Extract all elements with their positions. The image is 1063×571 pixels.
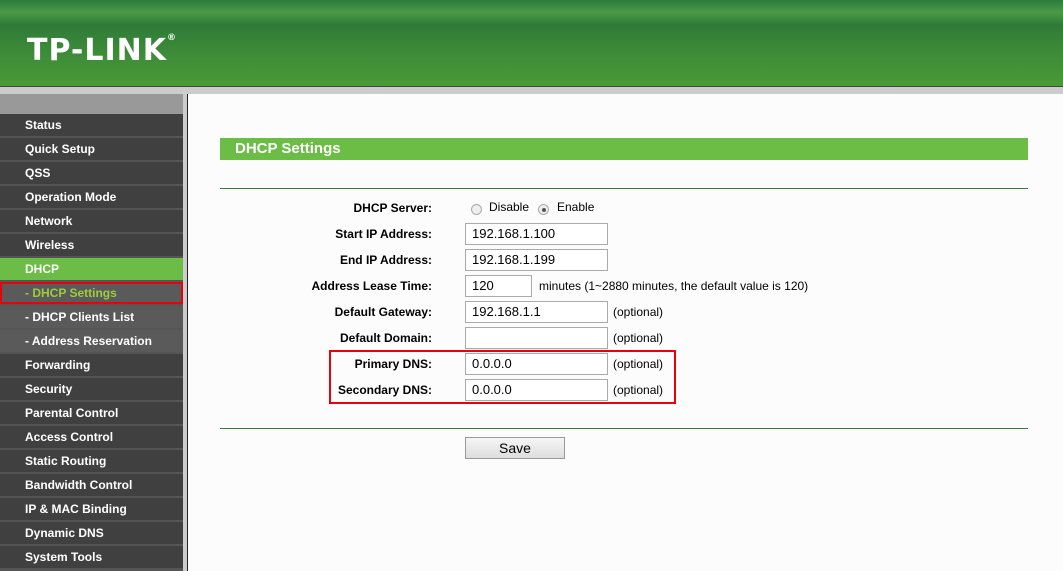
sidebar-item-dhcp-clients-list[interactable]: - DHCP Clients List (0, 306, 183, 328)
sidebar-item-parental-control[interactable]: Parental Control (0, 402, 183, 424)
gateway-optional: (optional) (613, 305, 664, 319)
sidebar-item-dhcp-settings[interactable]: - DHCP Settings (0, 282, 183, 304)
sidebar: Status Quick Setup QSS Operation Mode Networ… (0, 94, 183, 571)
sidebar-item-access-control[interactable]: Access Control (0, 426, 183, 448)
divider (220, 188, 1028, 189)
sidebar-item-bandwidth-control[interactable]: Bandwidth Control (0, 474, 183, 496)
sidebar-item-forwarding[interactable]: Forwarding (0, 354, 183, 376)
sidebar-item-operation-mode[interactable]: Operation Mode (0, 186, 183, 208)
save-button[interactable]: Save (465, 437, 565, 459)
domain-label: Default Domain: (339, 331, 432, 345)
header: TP-LINK® (0, 0, 1063, 86)
sidebar-item-quick-setup[interactable]: Quick Setup (0, 138, 183, 160)
lease-time-label: Address Lease Time: (311, 279, 433, 293)
sidebar-top (0, 94, 183, 114)
sidebar-item-security[interactable]: Security (0, 378, 183, 400)
sidebar-item-address-reservation[interactable]: - Address Reservation (0, 330, 183, 352)
enable-label[interactable]: Enable (557, 200, 594, 214)
start-ip-input[interactable]: 192.168.1.100 (465, 223, 608, 245)
lease-time-note: minutes (1~2880 minutes, the default val… (539, 279, 809, 293)
gateway-input[interactable]: 192.168.1.1 (465, 301, 608, 323)
lease-time-input[interactable]: 120 (465, 275, 532, 297)
logo-text: TP-LINK (27, 33, 168, 68)
domain-optional: (optional) (613, 331, 664, 345)
dhcp-server-label: DHCP Server: (353, 201, 432, 215)
sidebar-item-ip-mac-binding[interactable]: IP & MAC Binding (0, 498, 183, 520)
sidebar-item-network[interactable]: Network (0, 210, 183, 232)
sidebar-item-system-tools[interactable]: System Tools (0, 546, 183, 568)
dns-highlight-box (329, 350, 676, 404)
sidebar-item-status[interactable]: Status (0, 114, 183, 136)
registered-mark: ® (167, 33, 178, 43)
page-title: DHCP Settings (220, 138, 1028, 160)
sidebar-item-dynamic-dns[interactable]: Dynamic DNS (0, 522, 183, 544)
sidebar-item-dhcp[interactable]: DHCP (0, 258, 183, 280)
end-ip-label: End IP Address: (339, 253, 432, 267)
disable-radio[interactable] (471, 204, 482, 215)
domain-input[interactable] (465, 327, 608, 349)
disable-label[interactable]: Disable (489, 200, 529, 214)
divider (220, 428, 1028, 429)
end-ip-input[interactable]: 192.168.1.199 (465, 249, 608, 271)
sidebar-item-static-routing[interactable]: Static Routing (0, 450, 183, 472)
sidebar-item-wireless[interactable]: Wireless (0, 234, 183, 256)
gateway-label: Default Gateway: (334, 305, 432, 319)
start-ip-label: Start IP Address: (335, 227, 432, 241)
enable-radio[interactable] (538, 204, 549, 215)
sidebar-item-qss[interactable]: QSS (0, 162, 183, 184)
tp-link-logo: TP-LINK® (27, 33, 177, 68)
